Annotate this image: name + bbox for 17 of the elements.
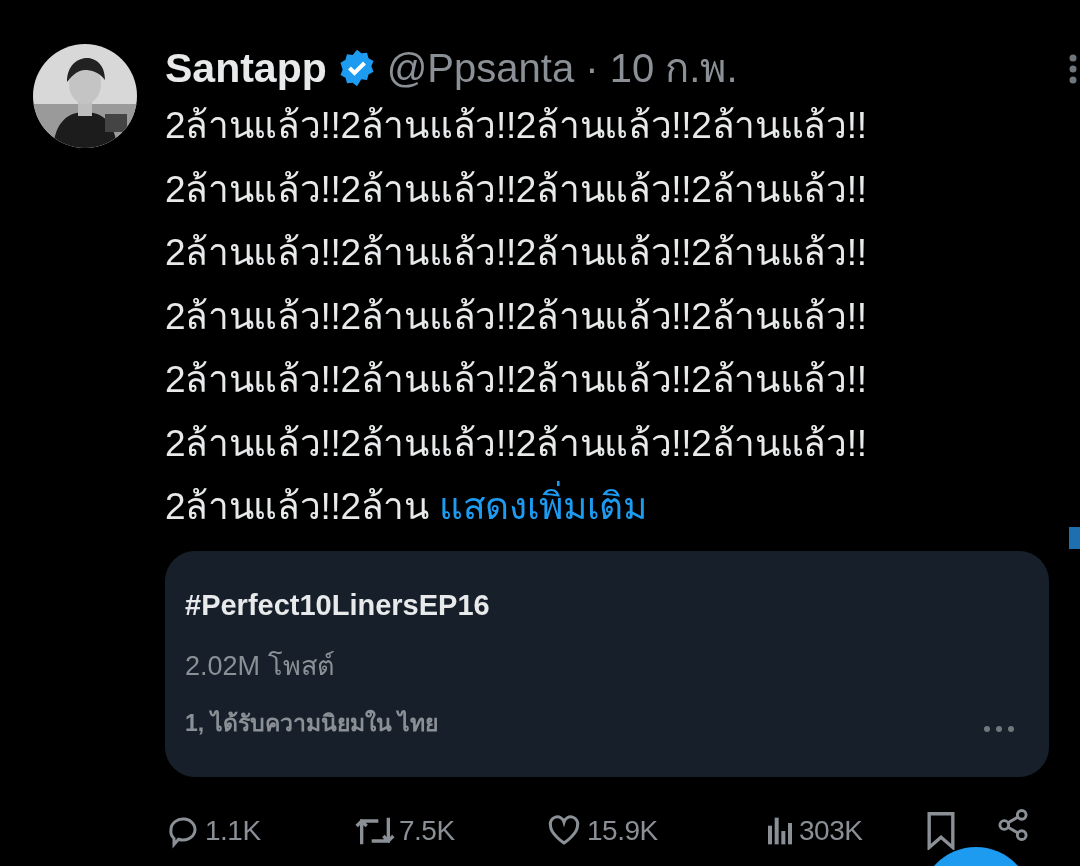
views-button[interactable]: 303K <box>765 814 863 847</box>
handle-and-date: @Ppsanta · 10 ก.พ. <box>386 45 738 92</box>
repost-icon <box>355 815 395 846</box>
post-count: 2.02M โพสต์ <box>185 649 335 683</box>
hashtag: #Perfect10LinersEP16 <box>185 588 490 622</box>
like-button[interactable]: 15.9K <box>545 812 658 849</box>
reply-button[interactable]: 1.1K <box>165 812 261 849</box>
show-more-link[interactable]: แสดงเพิ่มเติม <box>438 478 647 534</box>
bookmark-icon[interactable] <box>925 811 957 850</box>
display-name[interactable]: Santapp <box>165 44 327 92</box>
more-options-icon[interactable] <box>1068 54 1078 84</box>
more-options-icon[interactable] <box>983 724 1015 733</box>
trend-rank: 1, ได้รับความนิยมใน ไทย <box>185 708 438 738</box>
tweet-text: 2ล้านแล้ว!!2ล้านแล้ว!!2ล้านแล้ว!!2ล้านแล้ว!! 2ล้านแล้ว!!2ล้านแล้ว!!2ล้านแล้ว!!2ล้านแล้ว!! 2ล้านแล้ว!!2ล้านแล้ว!!2ล้านแล้ว!!2ล้านแล้ว!! 2ล้านแล้ว!!2ล้านแล้ว!!2ล้านแล้ว!!2ล้านแล้ว!! 2ล้านแล้ว!!2ล้านแล้ว!!2ล้านแล้ว!!2ล้านแล้ว!! 2ล้านแล้ว!!2ล้านแล้ว!!2ล้านแล้ว!!2ล้านแล้ว!! 2ล้านแล้ว!!2ล้าน แสดงเพิ่มเติม <box>165 94 1050 539</box>
trend-card[interactable]: #Perfect10LinersEP16 2.02M โพสต์ 1, ได้รับความนิยมใน ไทย <box>165 550 1049 777</box>
repost-button[interactable]: 7.5K <box>355 814 455 847</box>
scroll-marker <box>1069 527 1080 549</box>
